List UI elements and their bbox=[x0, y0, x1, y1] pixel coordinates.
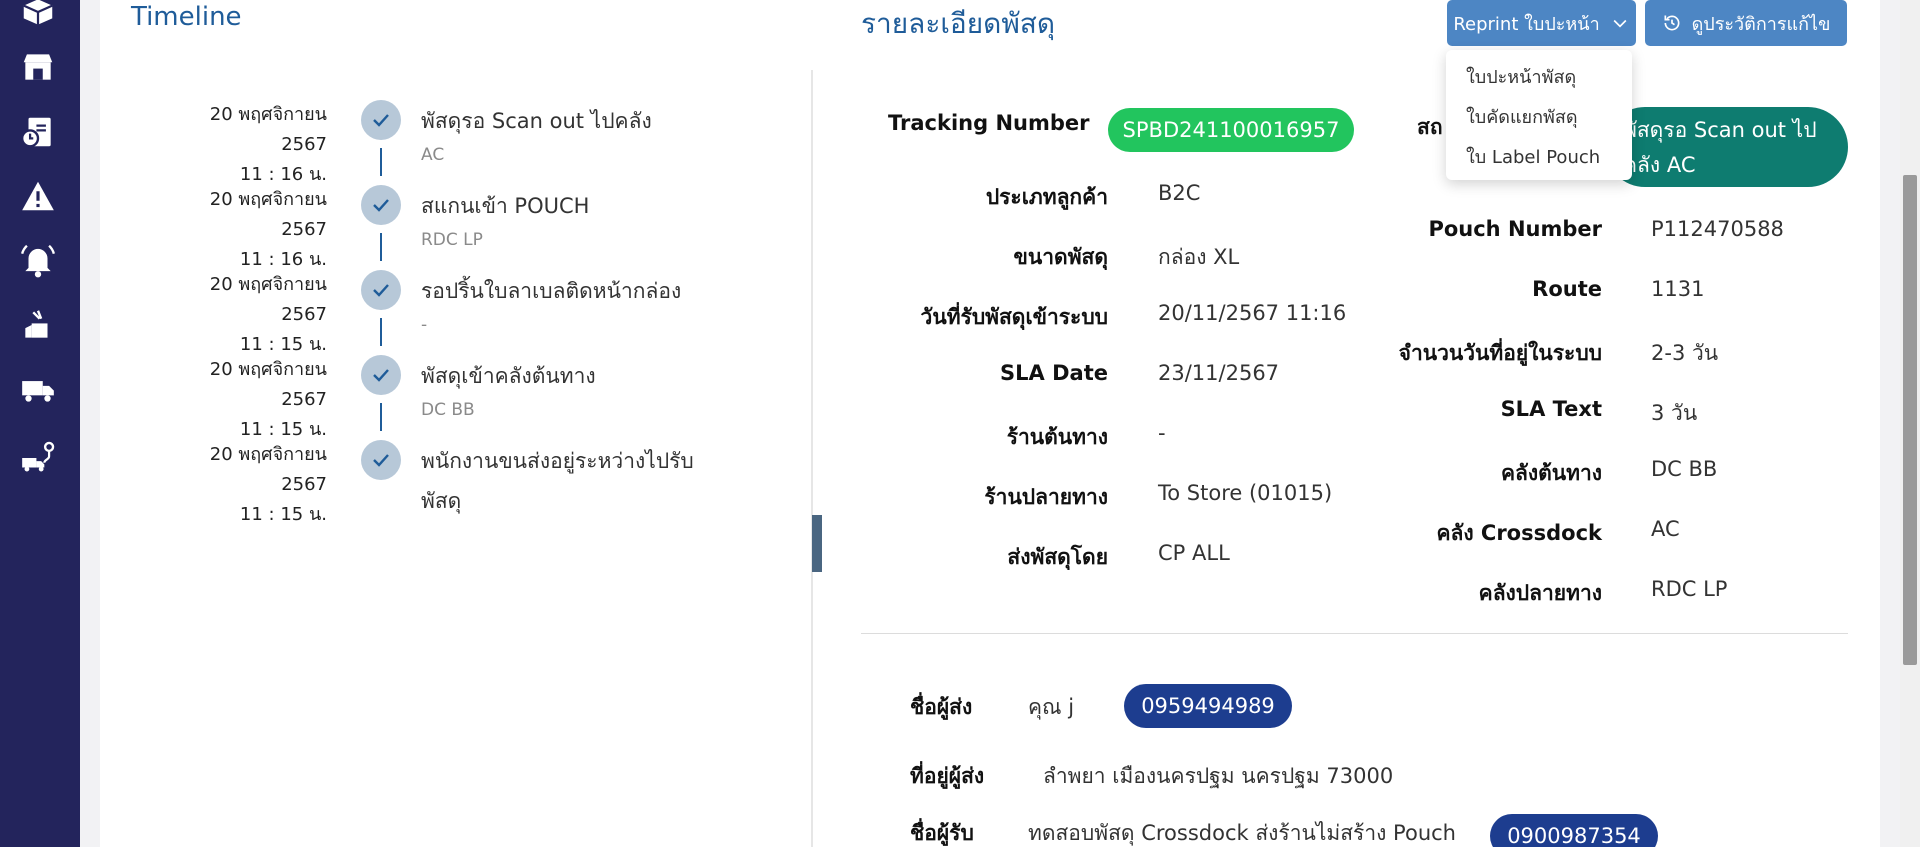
field-value: - bbox=[1158, 421, 1166, 445]
field-value: P112470588 bbox=[1651, 217, 1784, 241]
status-label: สถ bbox=[1417, 115, 1443, 139]
dropdown-item-parcel-label[interactable]: ใบปะหน้าพัสดุ bbox=[1466, 62, 1576, 91]
status-badge: พัสดุรอ Scan out ไปคลัง AC bbox=[1605, 107, 1848, 187]
event-status: พัสดุเข้าคลังต้นทาง bbox=[421, 364, 596, 388]
event-date: 20 พฤศจิกายน bbox=[209, 444, 327, 465]
sender-address: ลำพยา เมืองนครปฐม นครปฐม 73000 bbox=[1043, 764, 1394, 788]
field-value: กล่อง XL bbox=[1158, 245, 1240, 269]
tracking-number-label: Tracking Number bbox=[888, 111, 1090, 135]
event-status: พนักงานขนส่งอยู่ระหว่างไปรับ bbox=[421, 449, 694, 473]
field-label: วันที่รับพัสดุเข้าระบบ bbox=[920, 305, 1108, 329]
timeline-event: 20 พฤศจิกายน 2567 11 : 15 น. พนักงานขนส่… bbox=[0, 0, 720, 525]
history-button[interactable]: ดูประวัติการแก้ไข bbox=[1645, 0, 1847, 46]
field-value: To Store (01015) bbox=[1158, 481, 1333, 505]
field-label: SLA Text bbox=[1500, 397, 1602, 421]
sender-address-label: ที่อยู่ผู้ส่ง bbox=[910, 764, 985, 788]
event-date: 20 พฤศจิกายน bbox=[209, 359, 327, 380]
page-scrollbar-thumb[interactable] bbox=[1903, 175, 1917, 665]
check-icon bbox=[361, 440, 401, 480]
field-value: AC bbox=[1651, 517, 1680, 541]
timeline-connector bbox=[380, 148, 382, 176]
field-value: CP ALL bbox=[1158, 541, 1230, 565]
field-label: คลังต้นทาง bbox=[1500, 461, 1602, 485]
sender-phone-badge: 0959494989 bbox=[1124, 684, 1292, 728]
field-label: ส่งพัสดุโดย bbox=[1007, 545, 1108, 569]
chevron-down-icon bbox=[1613, 19, 1627, 28]
event-status: สแกนเข้า POUCH bbox=[421, 194, 590, 218]
field-value: 2-3 วัน bbox=[1651, 341, 1719, 365]
dropdown-item-sorting-sheet[interactable]: ใบคัดแยกพัสดุ bbox=[1466, 102, 1578, 131]
event-status: รอปริ้นใบลาเบลติดหน้ากล่อง bbox=[421, 279, 682, 303]
field-label: ประเภทลูกค้า bbox=[985, 185, 1108, 209]
check-icon bbox=[361, 185, 401, 225]
sender-name-label: ชื่อผู้ส่ง bbox=[910, 695, 973, 719]
field-value: 20/11/2567 11:16 bbox=[1158, 301, 1347, 325]
event-year: 2567 bbox=[281, 219, 327, 240]
field-label: Pouch Number bbox=[1428, 217, 1602, 241]
warning-icon[interactable] bbox=[18, 176, 58, 216]
field-value: B2C bbox=[1158, 181, 1201, 205]
receiver-name-label: ชื่อผู้รับ bbox=[910, 821, 974, 845]
receiver-name: ทดสอบพัสดุ Crossdock ส่งร้านไม่สร้าง Pou… bbox=[1028, 821, 1456, 845]
detail-title: รายละเอียดพัสดุ bbox=[861, 7, 1056, 40]
dropdown-item-label-pouch[interactable]: ใบ Label Pouch bbox=[1466, 142, 1600, 171]
receiver-phone-badge: 0900987354 bbox=[1490, 814, 1658, 847]
reprint-label: Reprint ใบปะหน้า bbox=[1453, 13, 1600, 35]
reprint-dropdown-menu: ใบปะหน้าพัสดุ ใบคัดแยกพัสดุ ใบ Label Pou… bbox=[1446, 50, 1632, 180]
parcel-hand-icon[interactable] bbox=[18, 305, 58, 345]
event-date: 20 พฤศจิกายน bbox=[209, 104, 327, 125]
history-icon bbox=[1664, 15, 1680, 31]
field-label: ร้านปลายทาง bbox=[984, 485, 1108, 509]
event-status-continued: พัสดุ bbox=[421, 489, 462, 513]
check-icon bbox=[361, 355, 401, 395]
check-icon bbox=[361, 100, 401, 140]
timeline-connector bbox=[380, 318, 382, 346]
event-year: 2567 bbox=[281, 134, 327, 155]
field-label: ขนาดพัสดุ bbox=[1013, 245, 1108, 269]
field-label: SLA Date bbox=[1000, 361, 1108, 385]
field-value: 23/11/2567 bbox=[1158, 361, 1280, 385]
sidebar bbox=[0, 0, 80, 847]
timeline-scrollbar-thumb[interactable] bbox=[812, 515, 822, 572]
event-year: 2567 bbox=[281, 304, 327, 325]
event-year: 2567 bbox=[281, 389, 327, 410]
timeline-connector bbox=[380, 403, 382, 431]
field-value: RDC LP bbox=[1651, 577, 1728, 601]
tracking-number-badge: SPBD241100016957 bbox=[1108, 108, 1354, 152]
field-label: คลัง Crossdock bbox=[1436, 521, 1602, 545]
field-label: จำนวนวันที่อยู่ในระบบ bbox=[1398, 341, 1602, 365]
section-divider bbox=[861, 633, 1848, 634]
event-year: 2567 bbox=[281, 474, 327, 495]
field-label: คลังปลายทาง bbox=[1478, 581, 1602, 605]
timeline-connector bbox=[380, 233, 382, 261]
field-label: ร้านต้นทาง bbox=[1006, 425, 1108, 449]
report-clock-icon[interactable] bbox=[18, 112, 58, 152]
bell-icon[interactable] bbox=[18, 240, 58, 280]
field-value: 3 วัน bbox=[1651, 401, 1698, 425]
event-date: 20 พฤศจิกายน bbox=[209, 189, 327, 210]
truck-icon[interactable] bbox=[18, 369, 58, 409]
field-label: Route bbox=[1532, 277, 1602, 301]
event-location: - bbox=[421, 315, 428, 335]
event-time: 11 : 15 น. bbox=[239, 504, 327, 525]
history-label: ดูประวัติการแก้ไข bbox=[1691, 13, 1831, 35]
check-icon bbox=[361, 270, 401, 310]
event-location: DC BB bbox=[421, 400, 475, 420]
field-value: 1131 bbox=[1651, 277, 1705, 301]
event-date: 20 พฤศจิกายน bbox=[209, 274, 327, 295]
route-truck-icon[interactable] bbox=[18, 438, 58, 478]
reprint-button[interactable]: Reprint ใบปะหน้า bbox=[1447, 0, 1636, 46]
event-location: RDC LP bbox=[421, 230, 483, 250]
sender-name: คุณ j bbox=[1028, 695, 1075, 719]
field-value: DC BB bbox=[1651, 457, 1718, 481]
event-location: AC bbox=[421, 145, 445, 165]
column-divider bbox=[811, 70, 813, 847]
event-status: พัสดุรอ Scan out ไปคลัง bbox=[421, 109, 652, 133]
